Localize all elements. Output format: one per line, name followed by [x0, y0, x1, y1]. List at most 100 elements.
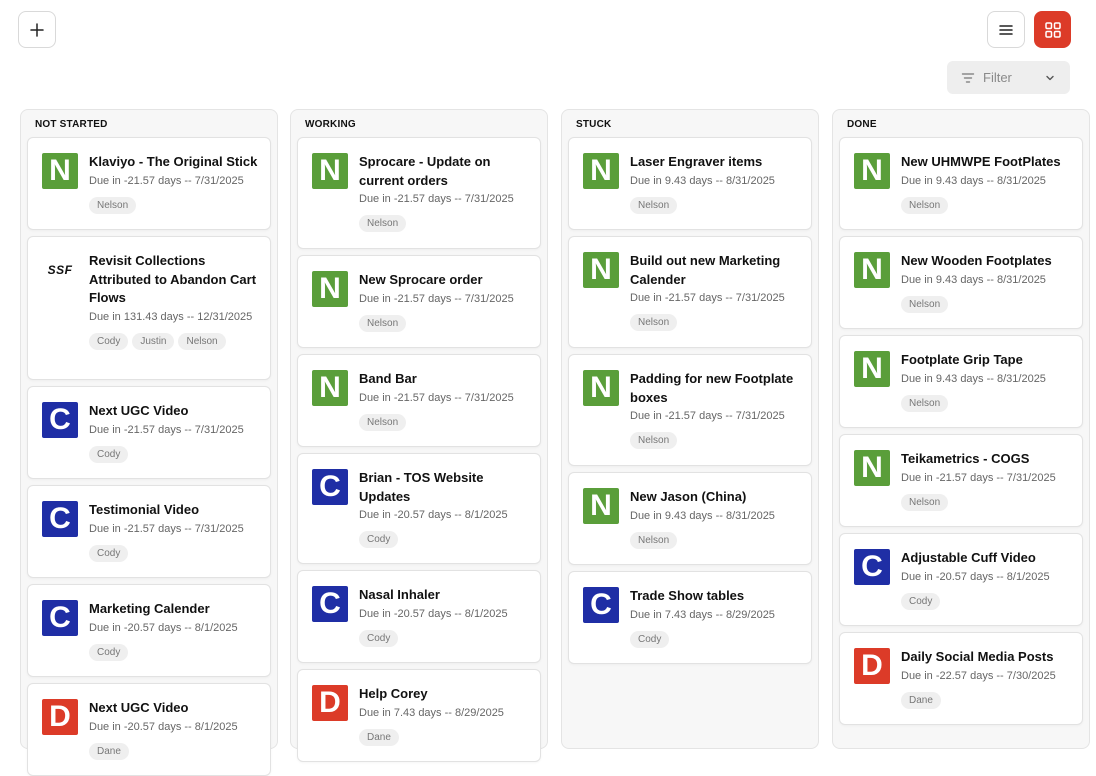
task-due-date: Due in -21.57 days -- 7/31/2025 — [89, 174, 244, 187]
assignee-tags: Cody — [89, 544, 260, 562]
task-card[interactable]: C Trade Show tables Due in 7.43 days -- 8/… — [568, 571, 812, 664]
assignee-tags: Nelson — [630, 196, 801, 214]
task-card-body: Padding for new Footplate boxes Due in -2… — [630, 370, 801, 449]
task-card[interactable]: D Daily Social Media Posts Due in -22.57 d… — [839, 632, 1083, 725]
task-card-body: Brian - TOS Website Updates Due in -20.57… — [359, 469, 530, 548]
task-card-body: New Jason (China) Due in 9.43 days -- 8/3… — [630, 488, 801, 549]
task-card[interactable]: D Next UGC Video Due in -20.57 days -- 8/1… — [27, 683, 271, 776]
column-title: NOT STARTED — [35, 119, 108, 130]
task-title: Help Corey — [359, 686, 428, 701]
task-due-date: Due in -21.57 days -- 7/31/2025 — [359, 193, 514, 205]
task-card-body: Footplate Grip Tape Due in 9.43 days -- 8… — [901, 351, 1072, 412]
task-card-body: Help Corey Due in 7.43 days -- 8/29/2025 D… — [359, 685, 530, 746]
task-card[interactable]: C Testimonial Video Due in -21.57 days -- … — [27, 485, 271, 578]
filter-icon — [961, 72, 975, 83]
task-title: Next UGC Video — [89, 403, 189, 418]
task-due-date: Due in -20.57 days -- 8/1/2025 — [89, 621, 238, 634]
grid-icon — [1044, 21, 1061, 38]
task-title: Marketing Calender — [89, 601, 210, 616]
assignee-avatar: N — [854, 450, 890, 486]
task-title: New Sprocare order — [359, 272, 483, 287]
task-due-date: Due in -21.57 days -- 7/31/2025 — [901, 471, 1056, 484]
task-due-date: Due in 9.43 days -- 8/31/2025 — [901, 174, 1046, 187]
assignee-tag: Nelson — [359, 413, 407, 431]
task-title: Band Bar — [359, 371, 417, 386]
task-card[interactable]: C Brian - TOS Website Updates Due in -20.5… — [297, 453, 541, 564]
assignee-avatar: D — [312, 685, 348, 721]
assignee-tag: Cody — [901, 592, 941, 610]
task-title: Nasal Inhaler — [359, 587, 440, 602]
column-stuck: STUCK N Laser Engraver items Due in 9.43 da… — [561, 109, 819, 749]
task-title: Trade Show tables — [630, 588, 745, 603]
task-card[interactable]: C Adjustable Cuff Video Due in -20.57 days… — [839, 533, 1083, 626]
task-card-body: Next UGC Video Due in -21.57 days -- 7/31… — [89, 402, 260, 463]
task-card[interactable]: N Padding for new Footplate boxes Due in -… — [568, 354, 812, 466]
assignee-tags: Nelson — [630, 531, 801, 549]
task-card[interactable]: C Marketing Calender Due in -20.57 days --… — [27, 584, 271, 677]
task-card[interactable]: N New Sprocare order Due in -21.57 days --… — [297, 255, 541, 348]
task-card[interactable]: N Teikametrics - COGS Due in -21.57 days -… — [839, 434, 1083, 527]
task-title: Sprocare - Update on current orders — [359, 154, 491, 188]
task-card-body: New UHMWPE FootPlates Due in 9.43 days --… — [901, 153, 1072, 214]
board-view-button[interactable] — [1034, 11, 1071, 48]
assignee-tag: Dane — [89, 742, 129, 760]
chevron-down-icon — [1046, 75, 1054, 80]
task-card[interactable]: N Sprocare - Update on current orders Due … — [297, 137, 541, 249]
task-card[interactable]: SSF Revisit Collections Attributed to Aba… — [27, 236, 271, 380]
assignee-tags: Nelson — [630, 432, 801, 449]
filter-dropdown[interactable]: Filter — [947, 61, 1070, 94]
task-due-date: Due in -21.57 days -- 7/31/2025 — [359, 391, 514, 404]
task-due-date: Due in 9.43 days -- 8/31/2025 — [901, 372, 1046, 385]
assignee-tag: Cody — [89, 544, 129, 562]
task-card-body: Trade Show tables Due in 7.43 days -- 8/2… — [630, 587, 801, 648]
task-title: Brian - TOS Website Updates — [359, 470, 484, 504]
add-task-button[interactable] — [18, 11, 56, 48]
task-card[interactable]: N Band Bar Due in -21.57 days -- 7/31/2025… — [297, 354, 541, 447]
task-card[interactable]: D Help Corey Due in 7.43 days -- 8/29/2025… — [297, 669, 541, 762]
task-card[interactable]: N Footplate Grip Tape Due in 9.43 days -- … — [839, 335, 1083, 428]
task-title: New Jason (China) — [630, 489, 747, 504]
assignee-tags: Nelson — [901, 295, 1072, 313]
assignee-tag: Nelson — [630, 196, 678, 214]
task-card-body: Nasal Inhaler Due in -20.57 days -- 8/1/2… — [359, 586, 530, 647]
task-card-body: Band Bar Due in -21.57 days -- 7/31/2025 N… — [359, 370, 530, 431]
task-due-date: Due in -22.57 days -- 7/30/2025 — [901, 669, 1056, 682]
assignee-tags: Cody — [89, 445, 260, 463]
task-due-date: Due in 9.43 days -- 8/31/2025 — [630, 174, 775, 187]
brand-logo: SSF — [42, 252, 78, 288]
list-view-button[interactable] — [987, 11, 1025, 48]
task-title: Teikametrics - COGS — [901, 451, 1030, 466]
assignee-avatar: C — [583, 587, 619, 623]
task-due-date: Due in -21.57 days -- 7/31/2025 — [630, 292, 785, 304]
assignee-avatar: C — [42, 501, 78, 537]
task-card[interactable]: N New Jason (China) Due in 9.43 days -- 8/… — [568, 472, 812, 565]
task-card[interactable]: N Laser Engraver items Due in 9.43 days --… — [568, 137, 812, 230]
task-card[interactable]: N Klaviyo - The Original Stick Due in -21.… — [27, 137, 271, 230]
assignee-tag: Cody — [630, 630, 670, 648]
column-title: WORKING — [305, 119, 356, 130]
task-due-date: Due in -21.57 days -- 7/31/2025 — [89, 423, 244, 436]
assignee-avatar: D — [42, 699, 78, 735]
task-card[interactable]: C Nasal Inhaler Due in -20.57 days -- 8/1/… — [297, 570, 541, 663]
assignee-avatar: N — [312, 271, 348, 307]
task-title: New UHMWPE FootPlates — [901, 154, 1061, 169]
assignee-tags: Cody — [359, 629, 530, 647]
task-card[interactable]: C Next UGC Video Due in -21.57 days -- 7/3… — [27, 386, 271, 479]
assignee-avatar: D — [854, 648, 890, 684]
assignee-tags: Cody Justin Nelson — [89, 332, 260, 350]
task-card[interactable]: N New Wooden Footplates Due in 9.43 days -… — [839, 236, 1083, 329]
assignee-tag: Nelson — [630, 432, 678, 449]
plus-icon — [30, 22, 44, 37]
assignee-tag: Dane — [359, 728, 399, 746]
assignee-tag: Nelson — [901, 394, 949, 412]
task-due-date: Due in -21.57 days -- 7/31/2025 — [630, 410, 785, 422]
task-title: Revisit Collections Attributed to Abando… — [89, 253, 257, 305]
task-card[interactable]: N Build out new Marketing Calender Due in … — [568, 236, 812, 348]
task-title: Laser Engraver items — [630, 154, 763, 169]
assignee-tags: Nelson — [901, 394, 1072, 412]
task-due-date: Due in 7.43 days -- 8/29/2025 — [359, 706, 504, 719]
task-card[interactable]: N New UHMWPE FootPlates Due in 9.43 days -… — [839, 137, 1083, 230]
assignee-tag: Nelson — [901, 196, 949, 214]
task-due-date: Due in 9.43 days -- 8/31/2025 — [901, 273, 1046, 286]
task-card-body: Sprocare - Update on current orders Due i… — [359, 153, 530, 232]
